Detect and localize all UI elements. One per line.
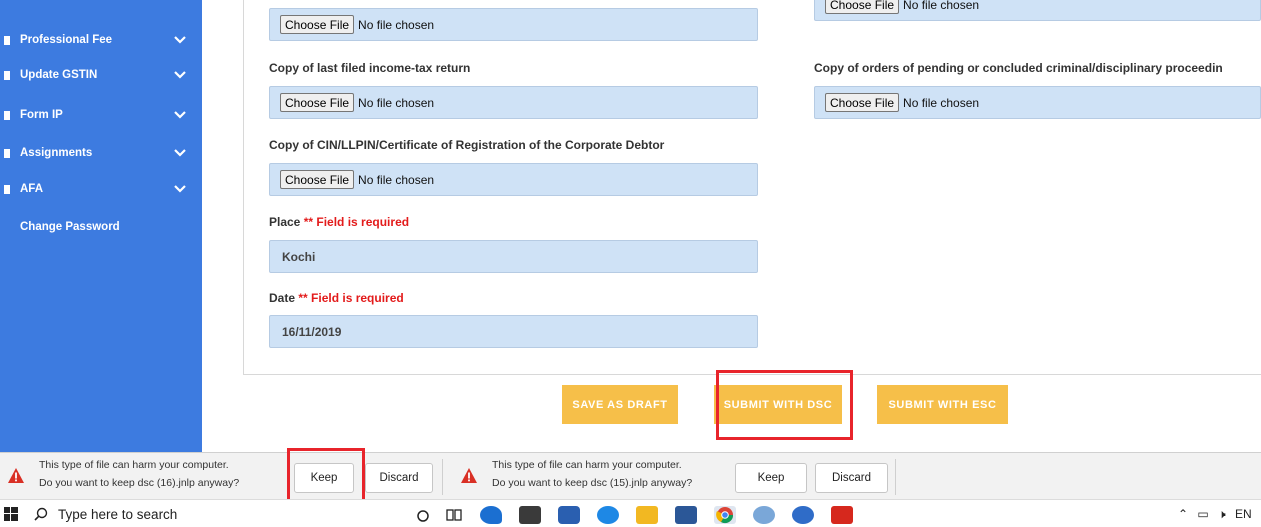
sidebar-item-change-password[interactable]: Change Password bbox=[0, 215, 202, 239]
download-warning-text: This type of file can harm your computer… bbox=[39, 456, 239, 492]
submit-with-esc-button[interactable]: SUBMIT WITH ESC bbox=[877, 385, 1008, 424]
cin-label: Copy of CIN/LLPIN/Certificate of Registr… bbox=[269, 138, 665, 152]
place-label-text: Place bbox=[269, 215, 301, 229]
chevron-down-icon[interactable] bbox=[170, 108, 190, 122]
download-separator bbox=[442, 459, 443, 495]
bullet-icon bbox=[4, 70, 10, 80]
no-file-text: No file chosen bbox=[903, 95, 980, 110]
sidebar-item-label: Change Password bbox=[20, 221, 120, 233]
download-warning-text: This type of file can harm your computer… bbox=[492, 456, 692, 492]
chevron-up-icon[interactable]: ⌃ bbox=[1178, 507, 1188, 521]
income-tax-file-field[interactable]: Choose File No file chosen bbox=[269, 86, 758, 119]
store-icon[interactable] bbox=[519, 506, 541, 524]
acrobat-icon[interactable] bbox=[831, 506, 853, 524]
choose-file-button[interactable]: Choose File bbox=[825, 0, 900, 14]
active-app-highlight[interactable] bbox=[714, 506, 736, 524]
network-icon[interactable]: ▭ bbox=[1197, 507, 1208, 521]
screen: Professional Fee Update GSTIN Form IP As… bbox=[0, 0, 1261, 527]
sidebar-item-label: Form IP bbox=[20, 109, 63, 121]
sidebar-item-afa[interactable]: AFA bbox=[0, 177, 202, 201]
choose-file-button[interactable]: Choose File bbox=[280, 15, 355, 34]
search-placeholder: Type here to search bbox=[58, 506, 178, 522]
no-file-text: No file chosen bbox=[358, 172, 435, 187]
required-marker: ** Field is required bbox=[298, 291, 404, 305]
highlight-box bbox=[287, 448, 365, 504]
sidebar-item-label: Update GSTIN bbox=[20, 69, 98, 81]
keep-button[interactable]: Keep bbox=[735, 463, 807, 493]
bullet-icon bbox=[4, 110, 10, 120]
download-separator bbox=[895, 459, 896, 495]
choose-file-button[interactable]: Choose File bbox=[280, 93, 355, 112]
windows-start-icon[interactable] bbox=[4, 507, 18, 521]
paint-icon[interactable] bbox=[753, 506, 775, 524]
choose-file-button[interactable]: Choose File bbox=[825, 93, 900, 112]
bullet-icon bbox=[4, 35, 10, 45]
file-explorer-icon[interactable] bbox=[636, 506, 658, 524]
sidebar-item-professional-fee[interactable]: Professional Fee bbox=[0, 28, 202, 52]
no-file-text: No file chosen bbox=[358, 17, 435, 32]
chevron-down-icon[interactable] bbox=[170, 146, 190, 160]
sidebar-item-label: AFA bbox=[20, 183, 43, 195]
chevron-down-icon[interactable] bbox=[170, 68, 190, 82]
edge-icon[interactable] bbox=[480, 506, 502, 524]
chevron-down-icon[interactable] bbox=[170, 33, 190, 47]
bullet-icon bbox=[4, 148, 10, 158]
sidebar-item-form-ip[interactable]: Form IP bbox=[0, 103, 202, 127]
download-warning-line1: This type of file can harm your computer… bbox=[39, 459, 229, 471]
sidebar-item-label: Professional Fee bbox=[20, 34, 113, 46]
file-field-top-right[interactable]: Choose File No file chosen bbox=[814, 0, 1261, 21]
download-warning-line1: This type of file can harm your computer… bbox=[492, 459, 682, 471]
warning-icon bbox=[461, 468, 477, 483]
cin-file-field[interactable]: Choose File No file chosen bbox=[269, 163, 758, 196]
download-warning-line2: Do you want to keep dsc (15).jnlp anyway… bbox=[492, 477, 693, 489]
taskbar: Type here to search ⌃ ▭ 🕨 EN bbox=[0, 499, 1261, 527]
warning-icon bbox=[8, 468, 24, 483]
file-field-top-left[interactable]: Choose File No file chosen bbox=[269, 8, 758, 41]
download-bar: This type of file can harm your computer… bbox=[0, 452, 1261, 499]
bullet-spacer bbox=[4, 223, 10, 232]
browser-icon[interactable] bbox=[597, 506, 619, 524]
cortana-icon[interactable] bbox=[416, 506, 430, 524]
bullet-icon bbox=[4, 184, 10, 194]
discard-button[interactable]: Discard bbox=[365, 463, 433, 493]
orders-file-field[interactable]: Choose File No file chosen bbox=[814, 86, 1261, 119]
save-as-draft-button[interactable]: SAVE AS DRAFT bbox=[562, 385, 678, 424]
sidebar-item-update-gstin[interactable]: Update GSTIN bbox=[0, 63, 202, 87]
date-label-text: Date bbox=[269, 291, 296, 305]
no-file-text: No file chosen bbox=[903, 0, 980, 12]
place-label: Place ** Field is required bbox=[269, 215, 409, 229]
task-view-icon[interactable] bbox=[446, 506, 462, 524]
chevron-down-icon[interactable] bbox=[170, 182, 190, 196]
choose-file-button[interactable]: Choose File bbox=[280, 170, 355, 189]
income-tax-label: Copy of last filed income-tax return bbox=[269, 61, 471, 75]
place-input[interactable]: Kochi bbox=[269, 240, 758, 273]
sidebar: Professional Fee Update GSTIN Form IP As… bbox=[0, 0, 202, 452]
sidebar-item-label: Assignments bbox=[20, 147, 93, 159]
panel-border bbox=[243, 0, 244, 375]
taskbar-search[interactable]: Type here to search bbox=[26, 500, 394, 527]
required-marker: ** Field is required bbox=[303, 215, 410, 229]
firefox-icon[interactable] bbox=[792, 506, 814, 524]
chrome-icon bbox=[716, 507, 734, 524]
date-input[interactable]: 16/11/2019 bbox=[269, 315, 758, 348]
system-tray: ⌃ ▭ 🕨 EN bbox=[1178, 507, 1252, 522]
highlight-box bbox=[716, 370, 853, 440]
speaker-icon[interactable]: 🕨 bbox=[1218, 507, 1226, 521]
discard-button[interactable]: Discard bbox=[815, 463, 888, 493]
word-icon[interactable] bbox=[675, 506, 697, 524]
orders-label: Copy of orders of pending or concluded c… bbox=[814, 61, 1223, 75]
language-indicator[interactable]: EN bbox=[1235, 507, 1252, 521]
date-label: Date ** Field is required bbox=[269, 291, 404, 305]
download-warning-line2: Do you want to keep dsc (16).jnlp anyway… bbox=[39, 477, 240, 489]
search-icon bbox=[34, 507, 48, 521]
sidebar-item-assignments[interactable]: Assignments bbox=[0, 141, 202, 165]
mail-icon[interactable] bbox=[558, 506, 580, 524]
no-file-text: No file chosen bbox=[358, 95, 435, 110]
